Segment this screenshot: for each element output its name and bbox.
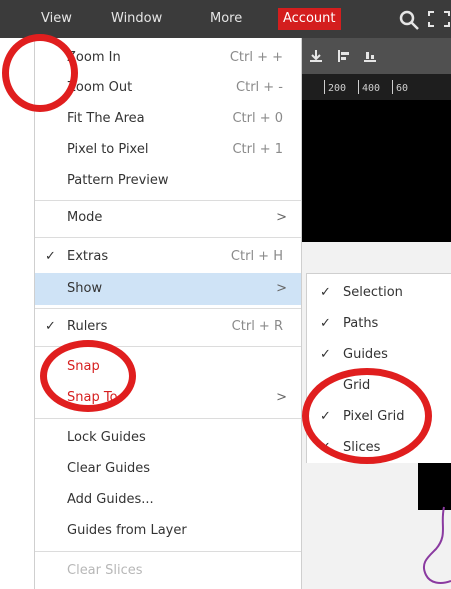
menu-item-rulers[interactable]: ✓ Rulers Ctrl + R [35, 311, 301, 343]
menu-item-label: Clear Guides [67, 461, 151, 476]
menu-account[interactable]: Account [278, 8, 341, 30]
menu-divider [35, 418, 301, 419]
menu-item-label: Extras [67, 249, 109, 264]
checkmark-icon: ✓ [45, 319, 56, 334]
menu-item-label: Fit The Area [67, 111, 145, 126]
menu-view[interactable]: View [41, 10, 72, 28]
submenu-item-label: Paths [343, 316, 379, 331]
checkmark-icon: ✓ [45, 249, 56, 264]
chevron-right-icon: > [276, 210, 287, 225]
menu-item-label: Pixel to Pixel [67, 142, 149, 157]
menu-item-show[interactable]: Show > [35, 273, 301, 305]
menu-divider [35, 237, 301, 238]
menu-divider [35, 346, 301, 347]
menu-item-clear-guides[interactable]: Clear Guides [35, 453, 301, 485]
menu-item-shortcut: Ctrl + 1 [232, 142, 283, 157]
submenu-item-label: Pixel Grid [343, 409, 405, 424]
submenu-item-paths[interactable]: ✓ Paths [307, 308, 451, 339]
menu-divider [35, 200, 301, 201]
menu-item-zoom-in[interactable]: Zoom In Ctrl + + [35, 42, 301, 74]
ruler-label: 400 [362, 83, 381, 94]
menu-item-shortcut: Ctrl + + [229, 50, 283, 65]
submenu-item-label: Grid [343, 378, 371, 393]
menu-item-label: Add Guides... [67, 492, 154, 507]
submenu-item-slices[interactable]: ✓ Slices [307, 432, 451, 463]
menu-item-label: Rulers [67, 319, 108, 334]
menu-item-shortcut: Ctrl + R [231, 319, 283, 334]
menu-item-label: Snap [67, 359, 100, 374]
checkmark-icon: ✓ [320, 409, 331, 424]
menu-item-label: Pattern Preview [67, 173, 169, 188]
menu-item-shortcut: Ctrl + H [230, 249, 283, 264]
canvas-purple-path [422, 506, 451, 584]
menu-item-add-guides[interactable]: Add Guides... [35, 484, 301, 516]
menu-item-pattern-preview[interactable]: Pattern Preview [35, 165, 301, 197]
align-left-icon[interactable] [336, 48, 352, 64]
submenu-item-grid[interactable]: Grid [307, 370, 451, 401]
align-bottom-icon[interactable] [362, 48, 378, 64]
chevron-right-icon: > [276, 281, 287, 296]
menu-item-label: Lock Guides [67, 430, 146, 445]
menu-item-mode[interactable]: Mode > [35, 202, 301, 234]
submenu-item-guides[interactable]: ✓ Guides [307, 339, 451, 370]
search-icon[interactable] [398, 9, 420, 31]
fullscreen-icon[interactable] [427, 10, 451, 28]
submenu-item-label: Slices [343, 440, 381, 455]
menu-item-shortcut: Ctrl + 0 [232, 111, 283, 126]
download-icon[interactable] [308, 48, 324, 64]
submenu-item-selection[interactable]: ✓ Selection [307, 277, 451, 308]
checkmark-icon: ✓ [320, 285, 331, 300]
canvas-toolbar [300, 38, 451, 74]
menu-item-pixel-to-pixel[interactable]: Pixel to Pixel Ctrl + 1 [35, 134, 301, 166]
menu-item-label: Guides from Layer [67, 523, 187, 538]
menu-bar: View Window More Account [0, 0, 451, 38]
menu-item-snap-to[interactable]: Snap To > [35, 382, 301, 414]
ruler-label: 60 [396, 83, 409, 94]
submenu-item-label: Selection [343, 285, 403, 300]
menu-divider [35, 551, 301, 552]
horizontal-ruler: 200 400 60 [300, 74, 451, 100]
submenu-item-pixel-grid[interactable]: ✓ Pixel Grid [307, 401, 451, 432]
canvas-black-shape [418, 462, 451, 510]
view-menu-dropdown: Zoom In Ctrl + + Zoom Out Ctrl + - Fit T… [34, 38, 302, 589]
ruler-label: 200 [328, 83, 347, 94]
menu-item-snap[interactable]: Snap [35, 351, 301, 383]
menu-item-label: Snap To [67, 390, 118, 405]
submenu-item-label: Guides [343, 347, 388, 362]
menu-item-clear-slices: Clear Slices [35, 555, 301, 587]
menu-item-fit-area[interactable]: Fit The Area Ctrl + 0 [35, 103, 301, 135]
menu-item-zoom-out[interactable]: Zoom Out Ctrl + - [35, 72, 301, 104]
checkmark-icon: ✓ [320, 440, 331, 455]
menu-divider [35, 308, 301, 309]
menu-item-label: Zoom In [67, 50, 121, 65]
menu-item-label: Clear Slices [67, 563, 143, 578]
menu-item-label: Mode [67, 210, 103, 225]
menu-item-guides-from-layer[interactable]: Guides from Layer [35, 515, 301, 547]
checkmark-icon: ✓ [320, 316, 331, 331]
canvas-area[interactable] [300, 100, 451, 242]
show-submenu: ✓ Selection ✓ Paths ✓ Guides Grid ✓ Pixe… [306, 273, 451, 463]
menu-item-shortcut: Ctrl + - [236, 80, 283, 95]
menu-item-extras[interactable]: ✓ Extras Ctrl + H [35, 241, 301, 273]
chevron-right-icon: > [276, 390, 287, 405]
menu-item-label: Zoom Out [67, 80, 133, 95]
menu-window[interactable]: Window [111, 10, 162, 28]
menu-more[interactable]: More [210, 10, 242, 28]
checkmark-icon: ✓ [320, 347, 331, 362]
menu-item-lock-guides[interactable]: Lock Guides [35, 422, 301, 454]
menu-item-label: Show [67, 281, 103, 296]
